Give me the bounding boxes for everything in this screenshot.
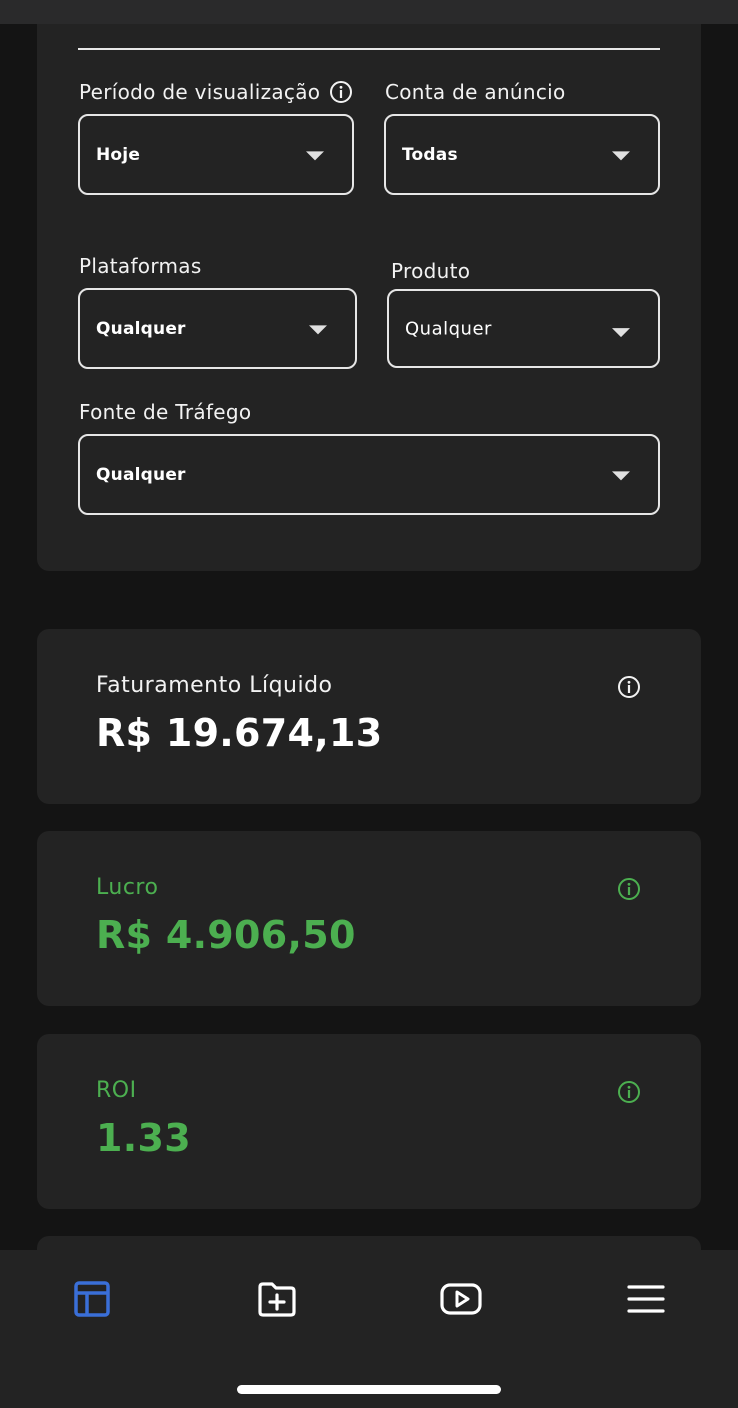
menu-icon[interactable] [622, 1275, 670, 1323]
plataformas-select[interactable]: Qualquer [78, 288, 357, 369]
roi-label: ROI [96, 1078, 137, 1103]
info-icon[interactable] [617, 877, 641, 901]
produto-label: Produto [391, 259, 471, 283]
faturamento-value: R$ 19.674,13 [96, 711, 383, 755]
info-icon[interactable] [617, 1080, 641, 1104]
chevron-down-icon [309, 324, 327, 334]
produto-select[interactable]: Qualquer [387, 289, 660, 368]
periodo-value: Hoje [96, 144, 141, 165]
plataformas-value: Qualquer [96, 318, 186, 339]
folder-add-icon[interactable] [253, 1275, 301, 1323]
periodo-select[interactable]: Hoje [78, 114, 354, 195]
chevron-down-icon [306, 150, 324, 160]
roi-card: ROI 1.33 [37, 1034, 701, 1209]
video-play-icon[interactable] [437, 1275, 485, 1323]
chevron-down-icon [612, 470, 630, 480]
chevron-down-icon [612, 150, 630, 160]
faturamento-label: Faturamento Líquido [96, 673, 333, 698]
dashboard-icon[interactable] [68, 1275, 116, 1323]
conta-value: Todas [402, 144, 458, 165]
conta-select[interactable]: Todas [384, 114, 660, 195]
chevron-down-icon [612, 327, 630, 337]
lucro-value: R$ 4.906,50 [96, 913, 356, 957]
periodo-label: Período de visualização [79, 80, 321, 104]
plataformas-label: Plataformas [79, 254, 202, 278]
conta-label: Conta de anúncio [385, 80, 566, 104]
roi-value: 1.33 [96, 1116, 191, 1160]
lucro-card: Lucro R$ 4.906,50 [37, 831, 701, 1006]
produto-value: Qualquer [405, 318, 492, 339]
home-indicator[interactable] [237, 1385, 501, 1394]
info-icon[interactable] [329, 80, 353, 104]
divider [78, 48, 660, 50]
info-icon[interactable] [617, 675, 641, 699]
fonte-select[interactable]: Qualquer [78, 434, 660, 515]
lucro-label: Lucro [96, 875, 159, 900]
fonte-value: Qualquer [96, 464, 186, 485]
fonte-label: Fonte de Tráfego [79, 400, 252, 424]
status-bar [0, 0, 738, 24]
faturamento-card: Faturamento Líquido R$ 19.674,13 [37, 629, 701, 804]
